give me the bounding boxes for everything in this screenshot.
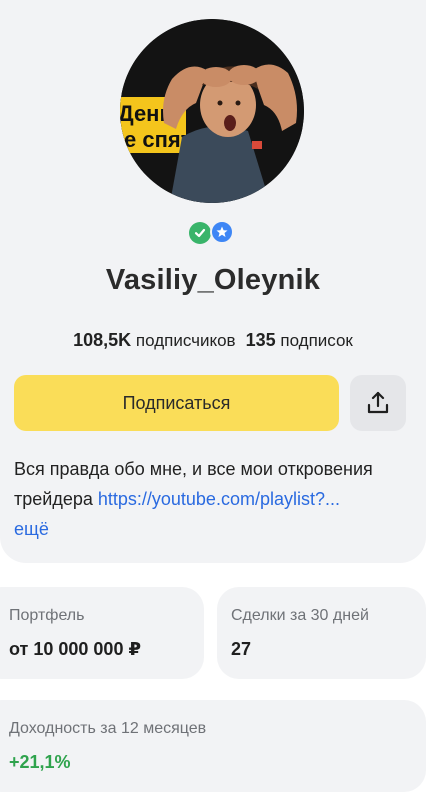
avatar-photo: Деньг е спят — [120, 19, 304, 203]
deals-card[interactable]: Сделки за 30 дней 27 — [217, 587, 426, 679]
profile-badges — [189, 220, 234, 244]
deals-value: 27 — [231, 639, 252, 659]
yield-card[interactable]: Доходность за 12 месяцев +21,1% — [0, 700, 426, 792]
yield-label: Доходность за 12 месяцев — [9, 720, 207, 737]
share-upload-icon — [367, 391, 389, 414]
deals-label: Сделки за 30 дней — [231, 607, 369, 624]
yield-value: +21,1% — [9, 752, 71, 772]
bio-link[interactable]: https://youtube.com/playlist?... — [98, 489, 340, 509]
followers-label: подписчиков — [135, 331, 236, 350]
bio-more-link[interactable]: ещё — [14, 514, 414, 544]
share-button[interactable] — [350, 375, 406, 431]
profile-stats: 108,5K подписчиков 135 подписок — [0, 330, 426, 351]
following-label: подписок — [280, 331, 353, 350]
verified-badge-icon — [189, 222, 211, 244]
portfolio-card[interactable]: Портфель от 10 000 000 ₽ — [0, 587, 204, 679]
username: Vasiliy_Oleynik — [105, 264, 321, 296]
following-stat[interactable]: 135 подписок — [245, 330, 353, 350]
profile-bio: Вся правда обо мне, и все мои откровения… — [14, 454, 414, 544]
subscribe-button[interactable]: Подписаться — [14, 375, 339, 431]
followers-count: 108,5K — [73, 330, 132, 350]
portfolio-value: от 10 000 000 ₽ — [9, 639, 141, 659]
star-badge-icon — [210, 220, 234, 244]
avatar[interactable]: Деньг е спят — [120, 19, 304, 203]
following-count: 135 — [245, 330, 276, 350]
portfolio-label: Портфель — [9, 607, 85, 624]
followers-stat[interactable]: 108,5K подписчиков — [73, 330, 236, 350]
